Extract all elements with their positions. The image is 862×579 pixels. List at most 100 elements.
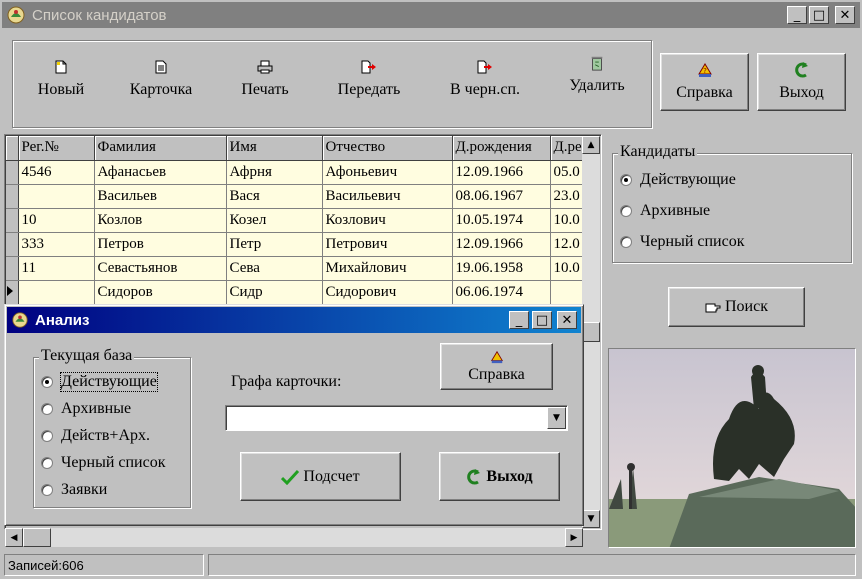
scroll-left-button[interactable]: ◀	[5, 528, 23, 547]
table-row[interactable]: 333 Петров Петр Петрович 12.09.1966 12.0	[6, 232, 586, 257]
table-cell[interactable]: Афанасьев	[94, 160, 227, 185]
dialog-title-bar[interactable]: Анализ	[7, 307, 581, 333]
dialog-close-button[interactable]: ✕	[557, 311, 577, 329]
table-cell[interactable]: 12.0	[550, 232, 586, 257]
delete-button[interactable]: Удалить	[559, 41, 635, 131]
table-cell[interactable]: Вася	[226, 184, 323, 209]
row-indicator[interactable]	[6, 232, 19, 257]
table-cell[interactable]: Петрович	[322, 232, 453, 257]
dropdown-arrow-icon[interactable]: ▼	[547, 407, 566, 429]
table-cell[interactable]: Сидоров	[94, 280, 227, 305]
column-header[interactable]: Д.ре	[550, 136, 586, 161]
table-cell[interactable]: 4546	[18, 160, 95, 185]
grid-vertical-scrollbar[interactable]: ▲ ▼	[582, 136, 600, 528]
table-cell[interactable]: Михайлович	[322, 256, 453, 281]
table-cell[interactable]: 23.0	[550, 184, 586, 209]
table-cell[interactable]: Васильев	[94, 184, 227, 209]
table-cell[interactable]: 10.0	[550, 208, 586, 233]
radio-button-icon[interactable]	[41, 484, 53, 496]
column-header[interactable]: Д.рождения	[452, 136, 551, 161]
radio-button-icon[interactable]	[41, 403, 53, 415]
table-cell[interactable]	[18, 184, 95, 209]
count-button[interactable]: Подсчет	[240, 452, 401, 501]
column-header[interactable]: Имя	[226, 136, 323, 161]
table-cell[interactable]	[550, 280, 586, 305]
table-cell[interactable]: 06.06.1974	[452, 280, 551, 305]
grid-horizontal-scrollbar[interactable]: ◀ ▶	[5, 528, 583, 547]
close-button[interactable]: ✕	[835, 6, 855, 24]
table-cell[interactable]: Козлович	[322, 208, 453, 233]
table-cell[interactable]: 333	[18, 232, 95, 257]
scroll-right-button[interactable]: ▶	[565, 528, 583, 547]
current-base-radio-option[interactable]: Действующие	[41, 372, 158, 392]
table-row[interactable]: Васильев Вася Васильевич 08.06.1967 23.0	[6, 184, 586, 209]
minimize-button[interactable]: _	[787, 6, 807, 24]
radio-button-icon[interactable]	[620, 236, 632, 248]
card-field-combobox[interactable]: ▼	[225, 405, 568, 431]
table-row[interactable]: 11 Севастьянов Сева Михайлович 19.06.1958 10.…	[6, 256, 586, 281]
radio-button-icon[interactable]	[41, 457, 53, 469]
table-cell[interactable]: Петр	[226, 232, 323, 257]
transfer-button[interactable]: Передать	[327, 41, 411, 131]
table-cell[interactable]: 11	[18, 256, 95, 281]
row-indicator[interactable]	[6, 160, 19, 185]
table-row[interactable]: 4546 Афанасьев Афрня Афоньевич 12.09.1966 05.…	[6, 160, 586, 185]
candidates-radio-option[interactable]: Черный список	[620, 233, 744, 251]
table-cell[interactable]: 10.0	[550, 256, 586, 281]
table-row[interactable]: 10 Козлов Козел Козлович 10.05.1974 10.0	[6, 208, 586, 233]
column-header[interactable]: Отчество	[322, 136, 453, 161]
main-title-bar[interactable]: Список кандидатов	[2, 2, 860, 28]
row-indicator[interactable]	[6, 208, 19, 233]
search-button[interactable]: Поиск	[668, 287, 805, 327]
card-button[interactable]: Карточка	[117, 41, 205, 131]
row-indicator[interactable]	[6, 256, 19, 281]
scroll-thumb[interactable]	[582, 322, 600, 342]
current-base-radio-option[interactable]: Черный список	[41, 454, 165, 472]
h-scroll-thumb[interactable]	[23, 528, 51, 547]
table-cell[interactable]: Васильевич	[322, 184, 453, 209]
dialog-exit-button[interactable]: Выход	[439, 452, 560, 501]
table-cell[interactable]: Сидорович	[322, 280, 453, 305]
new-button[interactable]: Новый	[27, 41, 95, 131]
table-cell[interactable]: 10.05.1974	[452, 208, 551, 233]
table-row[interactable]: Сидоров Сидр Сидорович 06.06.1974	[6, 280, 586, 305]
blacklist-button[interactable]: В черн.сп.	[439, 41, 531, 131]
table-cell[interactable]: Козлов	[94, 208, 227, 233]
table-cell[interactable]: 08.06.1967	[452, 184, 551, 209]
dialog-minimize-button[interactable]: _	[509, 311, 529, 329]
help-button[interactable]: ? Справка	[660, 53, 749, 111]
table-cell[interactable]: Козел	[226, 208, 323, 233]
radio-button-icon[interactable]	[620, 174, 632, 186]
row-indicator[interactable]	[6, 184, 19, 209]
table-cell[interactable]: Афрня	[226, 160, 323, 185]
table-cell[interactable]: Сидр	[226, 280, 323, 305]
scroll-down-button[interactable]: ▼	[582, 510, 600, 528]
current-base-radio-option[interactable]: Архивные	[41, 400, 131, 418]
table-cell[interactable]: Сева	[226, 256, 323, 281]
row-indicator[interactable]	[6, 280, 19, 305]
table-cell[interactable]: 12.09.1966	[452, 232, 551, 257]
dialog-maximize-button[interactable]: □	[532, 311, 552, 329]
candidates-radio-option[interactable]: Действующие	[620, 171, 736, 189]
table-cell[interactable]: 12.09.1966	[452, 160, 551, 185]
maximize-button[interactable]: □	[809, 6, 829, 24]
radio-button-icon[interactable]	[620, 205, 632, 217]
current-base-radio-option[interactable]: Заявки	[41, 481, 107, 499]
table-cell[interactable]: 10	[18, 208, 95, 233]
table-cell[interactable]: 05.0	[550, 160, 586, 185]
table-cell[interactable]	[18, 280, 95, 305]
table-cell[interactable]: Севастьянов	[94, 256, 227, 281]
table-cell[interactable]: Петров	[94, 232, 227, 257]
scroll-up-button[interactable]: ▲	[582, 136, 600, 154]
table-cell[interactable]: Афоньевич	[322, 160, 453, 185]
print-button[interactable]: Печать	[231, 41, 299, 131]
current-base-radio-option[interactable]: Действ+Арх.	[41, 427, 150, 445]
radio-button-icon[interactable]	[41, 376, 53, 388]
candidates-radio-option[interactable]: Архивные	[620, 202, 710, 220]
dialog-help-button[interactable]: Справка	[440, 343, 553, 390]
exit-button[interactable]: Выход	[757, 53, 846, 111]
column-header[interactable]: Фамилия	[94, 136, 227, 161]
column-header[interactable]: Рег.№	[18, 136, 95, 161]
radio-button-icon[interactable]	[41, 430, 53, 442]
table-cell[interactable]: 19.06.1958	[452, 256, 551, 281]
